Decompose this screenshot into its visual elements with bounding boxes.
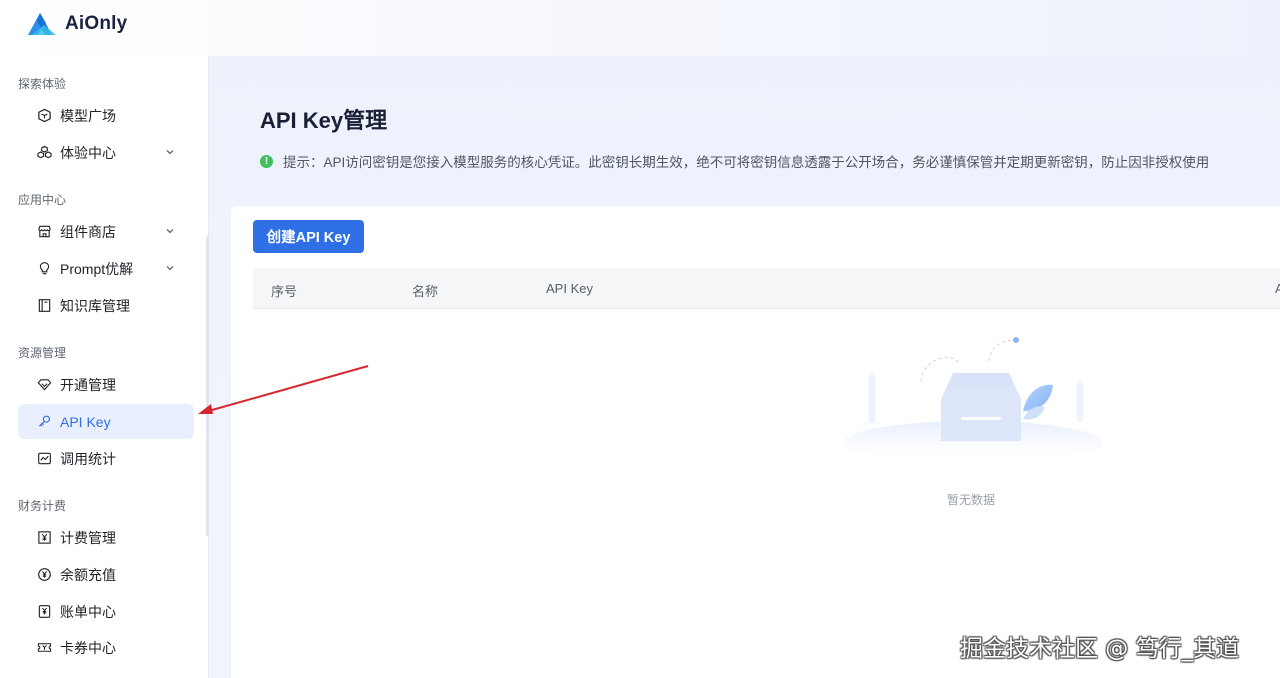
sidebar-item-bill-center[interactable]: 账单中心 [18,594,194,629]
sidebar-item-label: 组件商店 [60,223,116,240]
column-header-index: 序号 [271,284,298,299]
chevron-down-icon[interactable] [164,225,176,237]
table-header: 序号 名称 API Key A [253,268,1280,309]
key-icon [36,414,52,430]
app-name: AiOnly [65,13,128,34]
book-icon [36,298,52,314]
coupon-icon [36,640,52,656]
bulb-icon [36,261,52,277]
sidebar-item-label: 知识库管理 [60,297,130,314]
create-api-key-button[interactable]: 创建API Key [253,220,364,253]
column-header-truncated: A [1275,281,1280,296]
group-title-finance: 财务计费 [18,499,67,513]
sidebar-item-component-store[interactable]: 组件商店 [18,214,194,249]
sidebar-item-label: 开通管理 [60,376,116,393]
yen-circle-icon [36,567,52,583]
sidebar-item-knowledge-base[interactable]: 知识库管理 [18,288,194,323]
page-title: API Key管理 [260,108,388,133]
store-icon [36,224,52,240]
sidebar-item-usage-stats[interactable]: 调用统计 [18,441,194,476]
sidebar-item-billing[interactable]: 计费管理 [18,520,194,555]
sidebar-item-label: Prompt优解 [60,260,134,277]
group-title-app-center: 应用中心 [18,193,67,207]
empty-box-icon [843,337,1103,465]
sidebar-item-model-plaza[interactable]: 模型广场 [18,98,194,133]
sidebar-item-label: 卡券中心 [60,639,116,656]
cubes-icon [36,145,52,161]
bill-icon [36,604,52,620]
sidebar-item-label: 计费管理 [60,529,116,546]
chevron-down-icon[interactable] [164,146,176,158]
sidebar-item-label: 余额充值 [60,566,116,583]
sidebar-item-api-key[interactable]: API Key [18,404,194,439]
sidebar-item-experience-center[interactable]: 体验中心 [18,135,194,170]
sidebar-item-label: API Key [60,413,111,430]
cube-icon [36,108,52,124]
sidebar-item-activation[interactable]: 开通管理 [18,367,194,402]
chart-icon [36,451,52,467]
column-header-api-key: API Key [546,281,593,296]
sidebar-item-label: 调用统计 [60,450,116,467]
sidebar-item-coupon-center[interactable]: 卡券中心 [18,630,194,665]
sidebar-item-recharge[interactable]: 余额充值 [18,557,194,592]
group-title-explore: 探索体验 [18,77,67,91]
column-header-name: 名称 [412,284,439,299]
api-key-card: 创建API Key 序号 名称 API Key A 暂无数据 [231,206,1280,678]
sidebar-item-prompt[interactable]: Prompt优解 [18,251,194,286]
chevron-down-icon[interactable] [164,262,176,274]
watermark: 掘金技术社区 @ 笃行_其道 [960,636,1240,662]
group-title-resource: 资源管理 [18,346,67,360]
info-icon: ! [260,154,273,168]
sidebar-item-label: 模型广场 [60,107,116,124]
top-bar: AiOnly [0,0,1280,56]
yen-doc-icon [36,530,52,546]
logo[interactable]: AiOnly [26,11,127,37]
tip-banner: ! 提示：API访问密钥是您接入模型服务的核心凭证。此密钥长期生效，绝不可将密钥… [260,151,1209,171]
tip-text: 提示：API访问密钥是您接入模型服务的核心凭证。此密钥长期生效，绝不可将密钥信息… [283,155,1210,170]
empty-state-text: 暂无数据 [946,493,995,507]
annotation-arrow-icon [198,365,369,414]
logo-icon [28,13,56,35]
sidebar-item-label: 体验中心 [60,144,116,161]
sidebar-item-label: 账单中心 [60,603,116,620]
diamond-icon [36,377,52,393]
